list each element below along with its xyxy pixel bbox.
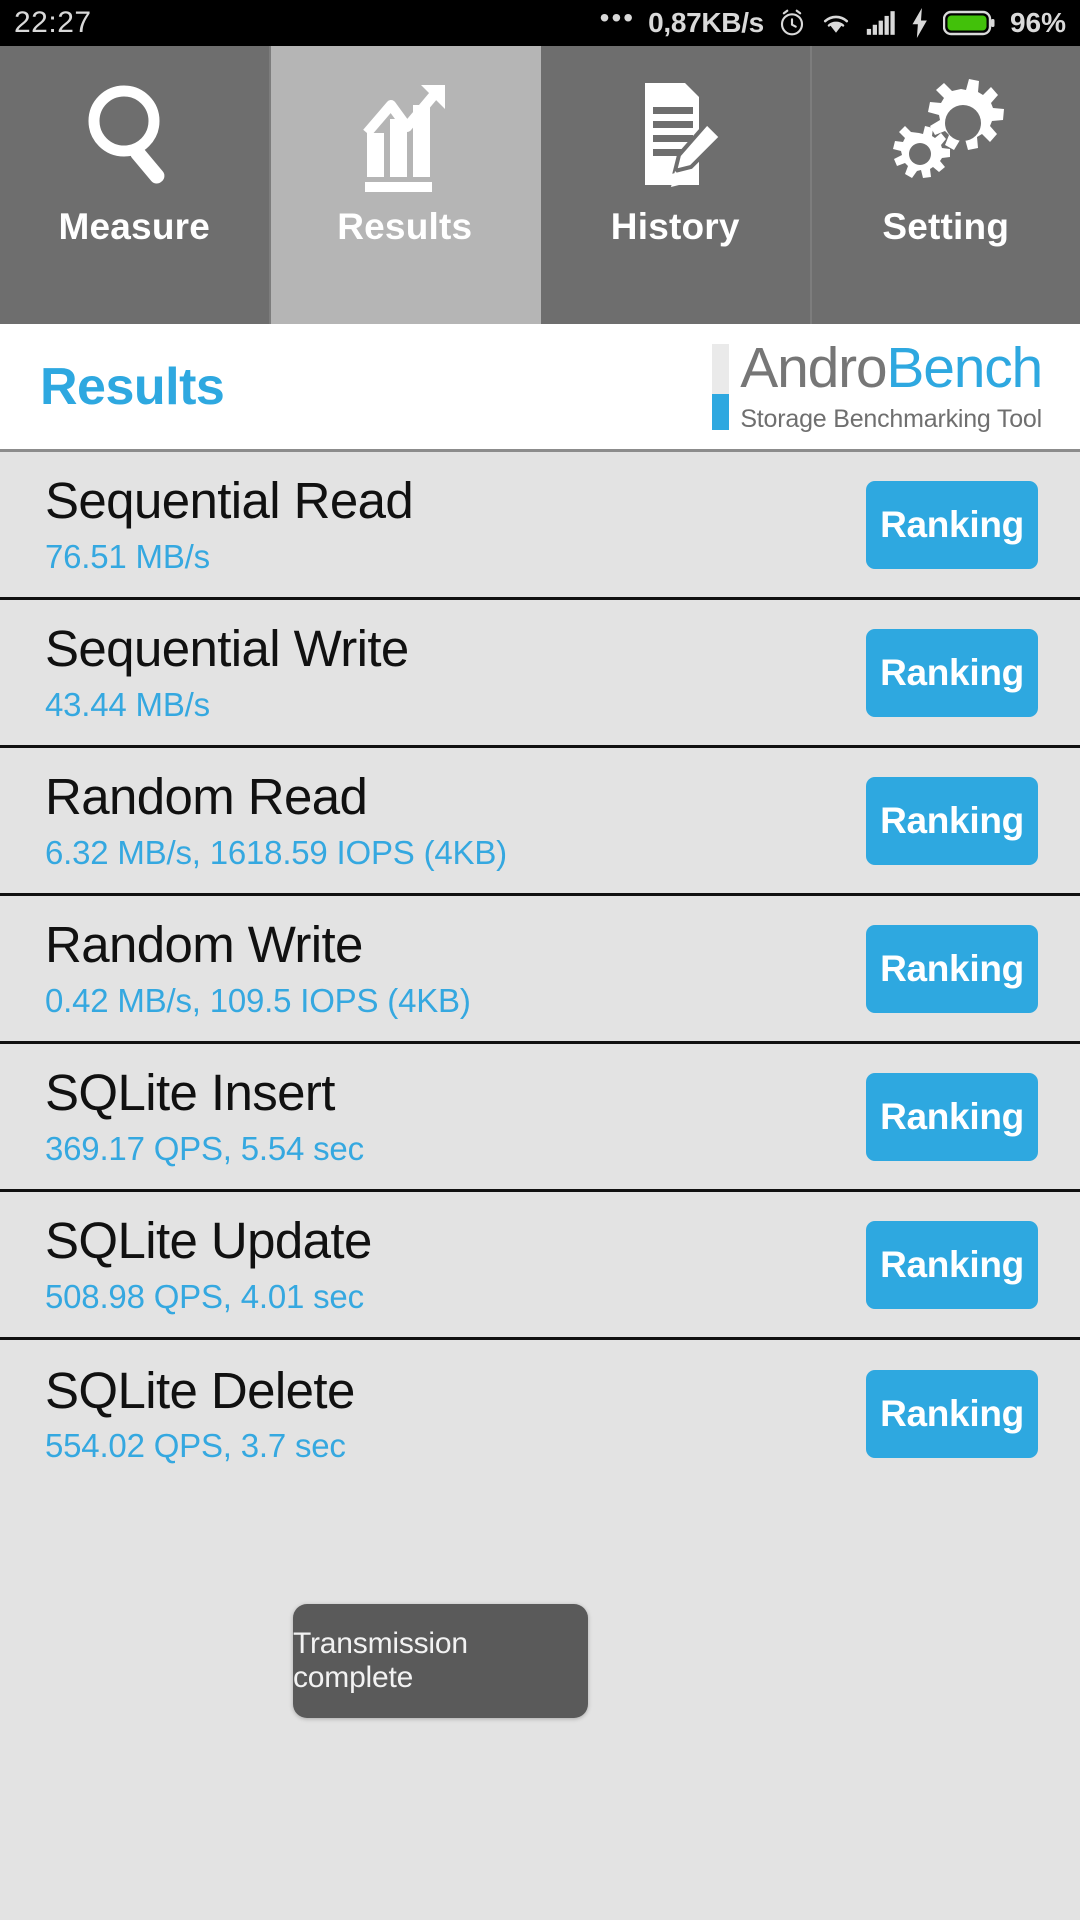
ranking-button[interactable]: Ranking bbox=[866, 1370, 1038, 1458]
ranking-button[interactable]: Ranking bbox=[866, 1072, 1038, 1161]
ranking-button[interactable]: Ranking bbox=[866, 924, 1038, 1013]
overflow-dots-icon: ••• bbox=[599, 2, 636, 33]
table-row[interactable]: SQLite Update 508.98 QPS, 4.01 sec Ranki… bbox=[0, 1192, 1080, 1340]
benchmark-name: SQLite Update bbox=[45, 1212, 372, 1270]
wifi-icon bbox=[820, 10, 852, 36]
ranking-button[interactable]: Ranking bbox=[866, 1220, 1038, 1309]
benchmark-value: 369.17 QPS, 5.54 sec bbox=[45, 1129, 364, 1167]
signal-icon bbox=[865, 10, 897, 36]
tab-setting[interactable]: Setting bbox=[811, 46, 1080, 324]
logo-bench: Bench bbox=[886, 335, 1043, 400]
benchmark-name: Random Write bbox=[45, 916, 363, 974]
battery-percent-label: 96% bbox=[1009, 7, 1066, 38]
row-text-group: Sequential Read 76.51 MB/s bbox=[45, 473, 866, 575]
tab-results[interactable]: Results bbox=[270, 46, 541, 324]
status-bar-clock: 22:27 bbox=[14, 6, 92, 39]
tab-history[interactable]: History bbox=[541, 46, 812, 324]
ranking-button[interactable]: Ranking bbox=[866, 776, 1038, 865]
table-row[interactable]: Random Read 6.32 MB/s, 1618.59 IOPS (4KB… bbox=[0, 748, 1080, 896]
logo-tagline: Storage Benchmarking Tool bbox=[740, 404, 1042, 433]
network-rate-label: 0,87KB/s bbox=[648, 7, 764, 38]
ranking-button[interactable]: Ranking bbox=[866, 628, 1038, 717]
tab-measure-label: Measure bbox=[58, 206, 211, 247]
charging-bolt-icon bbox=[910, 8, 930, 38]
logo-text: AndroBench Storage Benchmarking Tool bbox=[740, 339, 1043, 434]
benchmark-value: 508.98 QPS, 4.01 sec bbox=[45, 1277, 364, 1315]
table-row[interactable]: Sequential Write 43.44 MB/s Ranking bbox=[0, 600, 1080, 748]
row-text-group: Random Read 6.32 MB/s, 1618.59 IOPS (4KB… bbox=[45, 769, 866, 871]
status-bar-indicators: ••• 0,87KB/s 96% bbox=[599, 2, 1066, 39]
benchmark-value: 0.42 MB/s, 109.5 IOPS (4KB) bbox=[45, 981, 471, 1019]
benchmark-name: Sequential Read bbox=[45, 472, 414, 530]
row-text-group: Random Write 0.42 MB/s, 109.5 IOPS (4KB) bbox=[45, 917, 866, 1019]
tab-results-label: Results bbox=[337, 206, 473, 247]
logo-bar-icon bbox=[712, 343, 730, 430]
benchmark-name: SQLite Delete bbox=[45, 1361, 355, 1419]
logo-wordmark: AndroBench bbox=[740, 339, 1043, 397]
ranking-button[interactable]: Ranking bbox=[866, 480, 1038, 569]
tab-bar: Measure Results History Setting bbox=[0, 46, 1080, 324]
bar-chart-arrow-icon bbox=[345, 74, 465, 196]
tab-setting-label: Setting bbox=[882, 206, 1010, 247]
benchmark-name: Sequential Write bbox=[45, 620, 409, 678]
logo-andro: Andro bbox=[740, 335, 887, 400]
alarm-icon bbox=[777, 8, 807, 38]
benchmark-value: 6.32 MB/s, 1618.59 IOPS (4KB) bbox=[45, 833, 507, 871]
list-empty-area bbox=[0, 1792, 1080, 1920]
benchmark-value: 554.02 QPS, 3.7 sec bbox=[45, 1427, 346, 1465]
toast-message: Transmission complete bbox=[293, 1604, 588, 1718]
tab-history-label: History bbox=[610, 206, 740, 247]
row-text-group: Sequential Write 43.44 MB/s bbox=[45, 621, 866, 723]
benchmark-name: SQLite Insert bbox=[45, 1064, 335, 1122]
androbench-logo: AndroBench Storage Benchmarking Tool bbox=[712, 339, 1043, 434]
battery-icon bbox=[942, 9, 995, 37]
table-row[interactable]: Random Write 0.42 MB/s, 109.5 IOPS (4KB)… bbox=[0, 896, 1080, 1044]
benchmark-value: 43.44 MB/s bbox=[45, 685, 210, 723]
page-header: Results AndroBench Storage Benchmarking … bbox=[0, 324, 1080, 452]
row-text-group: SQLite Delete 554.02 QPS, 3.7 sec bbox=[45, 1363, 866, 1465]
table-row[interactable]: Sequential Read 76.51 MB/s Ranking bbox=[0, 452, 1080, 600]
logo-bar-top bbox=[712, 343, 730, 395]
page-title: Results bbox=[40, 357, 225, 416]
table-row[interactable]: SQLite Delete 554.02 QPS, 3.7 sec Rankin… bbox=[0, 1340, 1080, 1488]
magnifier-icon bbox=[74, 74, 194, 196]
document-pencil-icon bbox=[615, 74, 735, 196]
benchmark-name: Random Read bbox=[45, 768, 368, 826]
row-text-group: SQLite Insert 369.17 QPS, 5.54 sec bbox=[45, 1065, 866, 1167]
table-row[interactable]: SQLite Insert 369.17 QPS, 5.54 sec Ranki… bbox=[0, 1044, 1080, 1192]
row-text-group: SQLite Update 508.98 QPS, 4.01 sec bbox=[45, 1213, 866, 1315]
benchmark-value: 76.51 MB/s bbox=[45, 537, 210, 575]
status-bar: 22:27 ••• 0,87KB/s 96% bbox=[0, 0, 1080, 46]
tab-measure[interactable]: Measure bbox=[0, 46, 271, 324]
gears-icon bbox=[883, 74, 1008, 196]
logo-bar-bottom bbox=[712, 394, 730, 430]
